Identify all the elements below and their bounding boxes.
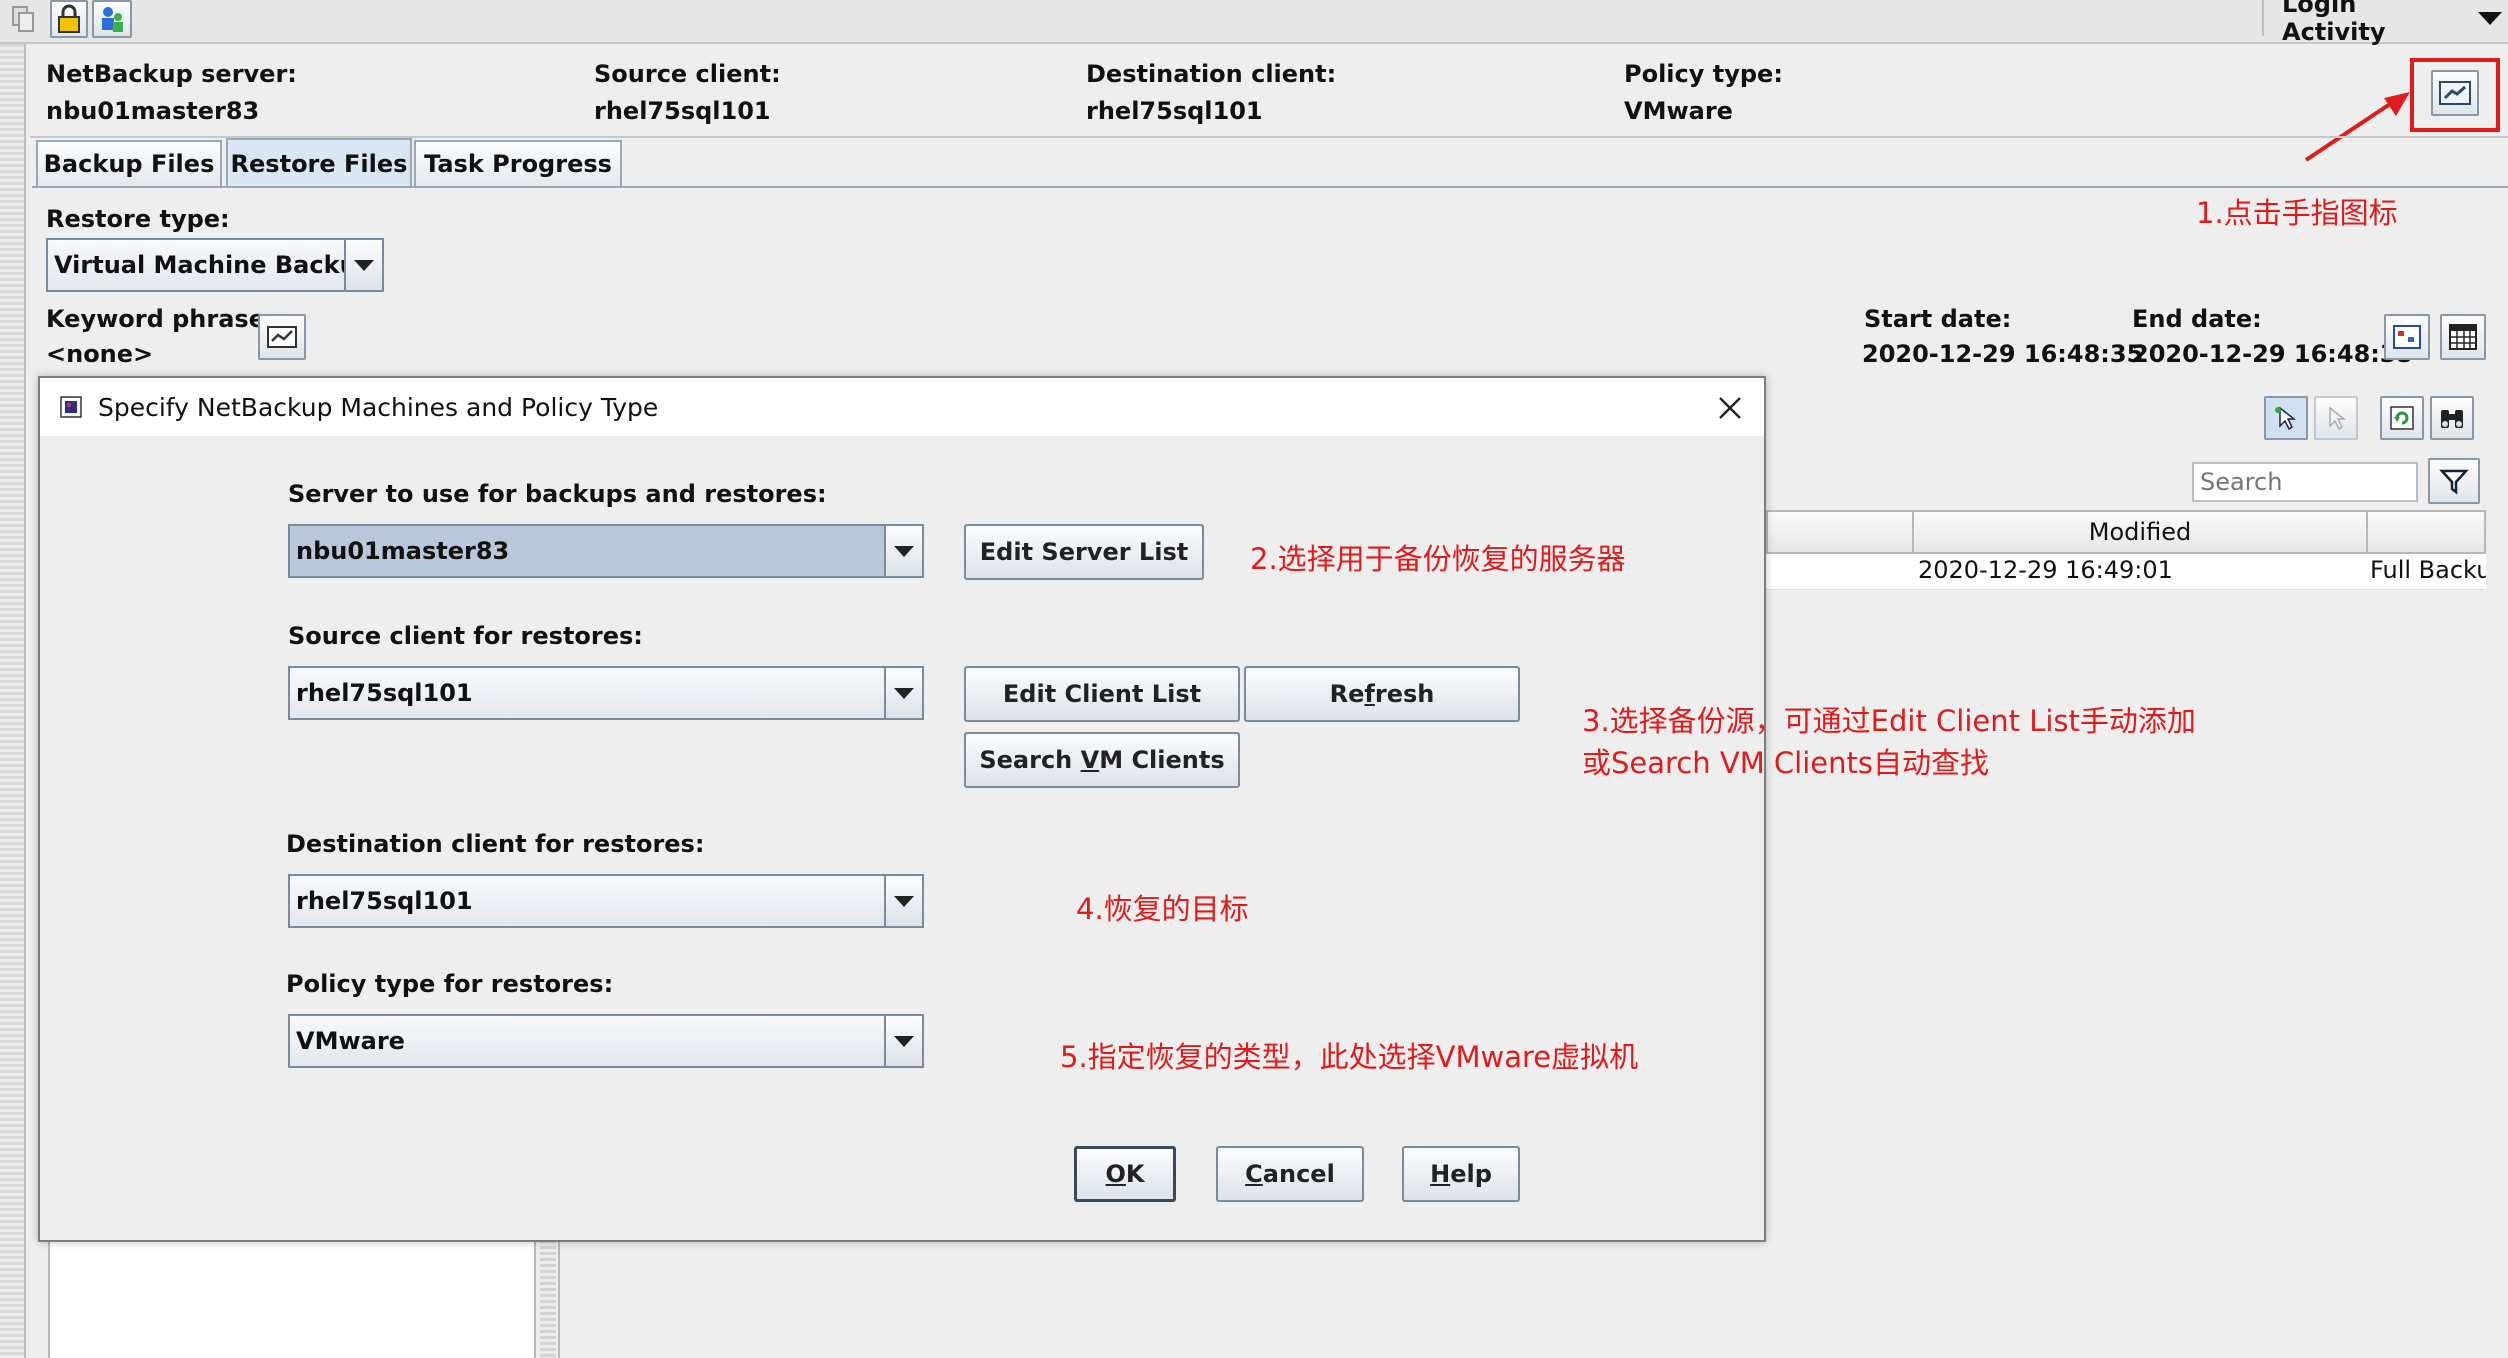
search-vm-post: M Clients — [1099, 746, 1225, 774]
ok-button[interactable]: OK — [1074, 1146, 1176, 1202]
column-divider — [2366, 510, 2368, 554]
refresh-icon[interactable] — [2380, 396, 2424, 440]
panel-splitter[interactable] — [540, 1240, 556, 1358]
server-label: NetBackup server: — [46, 60, 297, 88]
search-vm-clients-button[interactable]: Search VM Clients — [964, 732, 1240, 788]
login-activity-menu[interactable]: Login Activity — [2262, 0, 2502, 46]
source-client-combo[interactable]: rhel75sql101 — [288, 666, 924, 720]
refresh-button-post: resh — [1374, 680, 1435, 708]
search-input[interactable] — [2192, 462, 2418, 502]
end-date-label: End date: — [2132, 305, 2262, 333]
dialog-title: Specify NetBackup Machines and Policy Ty… — [98, 392, 659, 422]
keyword-edit-icon[interactable] — [258, 314, 306, 360]
select-icon[interactable] — [2264, 396, 2308, 440]
destination-client-label: Destination client for restores: — [286, 830, 705, 858]
help-post: elp — [1450, 1160, 1492, 1188]
server-value: nbu01master83 — [46, 97, 260, 125]
chevron-down-icon — [2478, 11, 2502, 25]
column-header-modified[interactable]: Modified — [1914, 518, 2366, 546]
source-value: rhel75sql101 — [594, 97, 771, 125]
policy-type-value: VMware — [296, 1027, 405, 1055]
server-combo[interactable]: nbu01master83 — [288, 524, 924, 578]
deselect-icon[interactable] — [2314, 396, 2358, 440]
chevron-down-icon[interactable] — [344, 240, 382, 290]
filter-icon[interactable] — [2428, 458, 2480, 504]
restore-type-combo[interactable]: Virtual Machine Backups — [46, 238, 384, 292]
tab-task-progress[interactable]: Task Progress — [414, 140, 622, 186]
close-icon[interactable] — [1710, 388, 1750, 428]
help-button[interactable]: Help — [1402, 1146, 1520, 1202]
cancel-mnemonic: C — [1245, 1160, 1263, 1188]
source-client-label: Source client for restores: — [288, 622, 643, 650]
chevron-down-icon[interactable] — [884, 668, 922, 718]
ok-post: K — [1125, 1160, 1145, 1188]
policy-type-combo[interactable]: VMware — [288, 1014, 924, 1068]
restore-type-value: Virtual Machine Backups — [54, 251, 344, 279]
tab-restore-files[interactable]: Restore Files — [226, 138, 412, 188]
ok-mnemonic: O — [1105, 1160, 1126, 1188]
policy-type-label: Policy type for restores: — [286, 970, 614, 998]
dest-label: Destination client: — [1086, 60, 1337, 88]
annotation-3-line1: 3.选择备份源，可通过Edit Client List手动添加 — [1582, 704, 2196, 738]
chevron-down-icon[interactable] — [884, 876, 922, 926]
dest-value: rhel75sql101 — [1086, 97, 1263, 125]
restore-type-label: Restore type: — [46, 205, 230, 233]
keyword-label: Keyword phrase: — [46, 305, 275, 333]
hand-pointer-icon[interactable] — [2431, 70, 2479, 116]
calendar-icon[interactable] — [2440, 314, 2486, 360]
annotation-2: 2.选择用于备份恢复的服务器 — [1250, 542, 1626, 576]
search-vm-mnemonic: V — [1080, 746, 1100, 774]
arrow-1 — [2304, 92, 2410, 162]
copy-icon[interactable] — [4, 0, 44, 38]
annotation-3-line2: 或Search VM Clients自动查找 — [1582, 746, 1989, 780]
server-for-restores-label: Server to use for backups and restores: — [288, 480, 827, 508]
left-splitter[interactable] — [0, 44, 26, 1358]
policy-label: Policy type: — [1624, 60, 1783, 88]
refresh-button[interactable]: Re f resh — [1244, 666, 1520, 722]
destination-client-value: rhel75sql101 — [296, 887, 473, 915]
top-toolbar — [0, 0, 2508, 44]
annotation-5: 5.指定恢复的类型，此处选择VMware虚拟机 — [1060, 1040, 1639, 1074]
start-date-label: Start date: — [1864, 305, 2012, 333]
search-vm-pre: Search — [979, 746, 1081, 774]
annotation-1: 1.点击手指图标 — [2196, 196, 2398, 230]
server-combo-value: nbu01master83 — [296, 537, 510, 565]
annotation-4: 4.恢复的目标 — [1076, 892, 1249, 926]
chevron-down-icon[interactable] — [884, 526, 922, 576]
edit-client-list-button[interactable]: Edit Client List — [964, 666, 1240, 722]
refresh-button-mnemonic: f — [1364, 680, 1375, 708]
date-range-icon[interactable] — [2384, 314, 2430, 360]
source-client-value: rhel75sql101 — [296, 679, 473, 707]
edit-server-list-button[interactable]: Edit Server List — [964, 524, 1204, 580]
login-activity-label: Login Activity — [2282, 0, 2386, 46]
binoculars-icon[interactable] — [2430, 396, 2474, 440]
keyword-value: <none> — [46, 340, 154, 368]
dialog-title-bar[interactable]: Specify NetBackup Machines and Policy Ty… — [40, 378, 1764, 436]
specify-machines-dialog: Specify NetBackup Machines and Policy Ty… — [38, 376, 1766, 1242]
start-date-value: 2020-12-29 16:48:35 — [1862, 340, 2144, 368]
destination-client-combo[interactable]: rhel75sql101 — [288, 874, 924, 928]
users-icon[interactable] — [92, 0, 132, 38]
app-icon — [58, 394, 84, 420]
tab-backup-files[interactable]: Backup Files — [36, 140, 222, 186]
table-cell-type: Full Backu — [2370, 556, 2486, 584]
cancel-button[interactable]: Cancel — [1216, 1146, 1364, 1202]
chevron-down-icon[interactable] — [884, 1016, 922, 1066]
tree-panel[interactable] — [48, 1240, 536, 1358]
refresh-button-pre: Re — [1329, 680, 1365, 708]
cancel-post: ancel — [1262, 1160, 1335, 1188]
tab-panel-border — [32, 186, 2508, 188]
policy-value: VMware — [1624, 97, 1733, 125]
source-label: Source client: — [594, 60, 781, 88]
files-panel-border — [558, 1240, 560, 1358]
lock-icon[interactable] — [50, 0, 88, 38]
table-cell-modified: 2020-12-29 16:49:01 — [1918, 556, 2173, 584]
end-date-value: 2020-12-29 16:48:35 — [2132, 340, 2414, 368]
help-mnemonic: H — [1430, 1160, 1451, 1188]
